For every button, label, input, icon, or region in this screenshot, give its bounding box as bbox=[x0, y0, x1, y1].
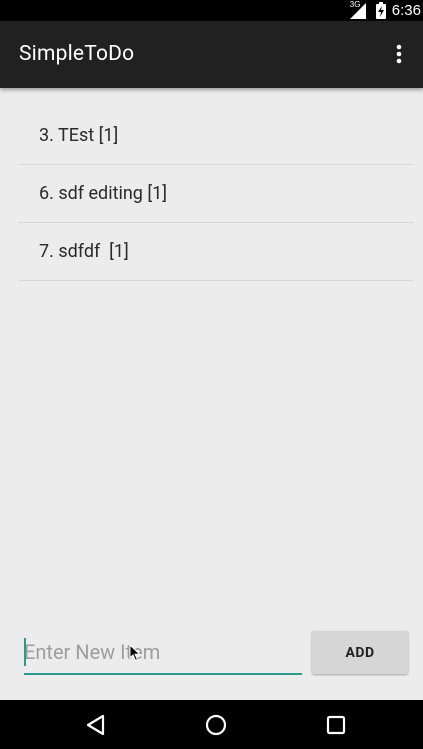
nav-bar bbox=[0, 700, 423, 749]
battery-icon bbox=[375, 2, 386, 19]
status-bar: 3G 6:36 bbox=[0, 0, 423, 21]
status-icons: 3G 6:36 bbox=[348, 0, 421, 21]
new-item-input[interactable] bbox=[24, 633, 302, 675]
screen: 3G 6:36 SimpleToDo 3. TEst [1] 6. sdf ed… bbox=[0, 0, 423, 749]
status-clock: 6:36 bbox=[391, 2, 421, 19]
add-button[interactable]: ADD bbox=[312, 631, 408, 674]
app-bar: SimpleToDo bbox=[0, 21, 423, 88]
back-triangle-icon[interactable] bbox=[66, 700, 126, 749]
text-caret bbox=[24, 638, 26, 666]
app-title: SimpleToDo bbox=[19, 42, 135, 66]
list-item[interactable]: 7. sdfdf [1] bbox=[19, 223, 413, 281]
list-item[interactable]: 6. sdf editing [1] bbox=[19, 165, 413, 223]
home-circle-icon[interactable] bbox=[186, 700, 246, 749]
todo-list: 3. TEst [1] 6. sdf editing [1] 7. sdfdf … bbox=[19, 107, 413, 281]
more-vert-icon[interactable] bbox=[383, 38, 415, 70]
recents-square-icon[interactable] bbox=[306, 700, 366, 749]
list-item[interactable]: 3. TEst [1] bbox=[19, 107, 413, 165]
cell-signal-icon: 3G bbox=[348, 0, 368, 19]
